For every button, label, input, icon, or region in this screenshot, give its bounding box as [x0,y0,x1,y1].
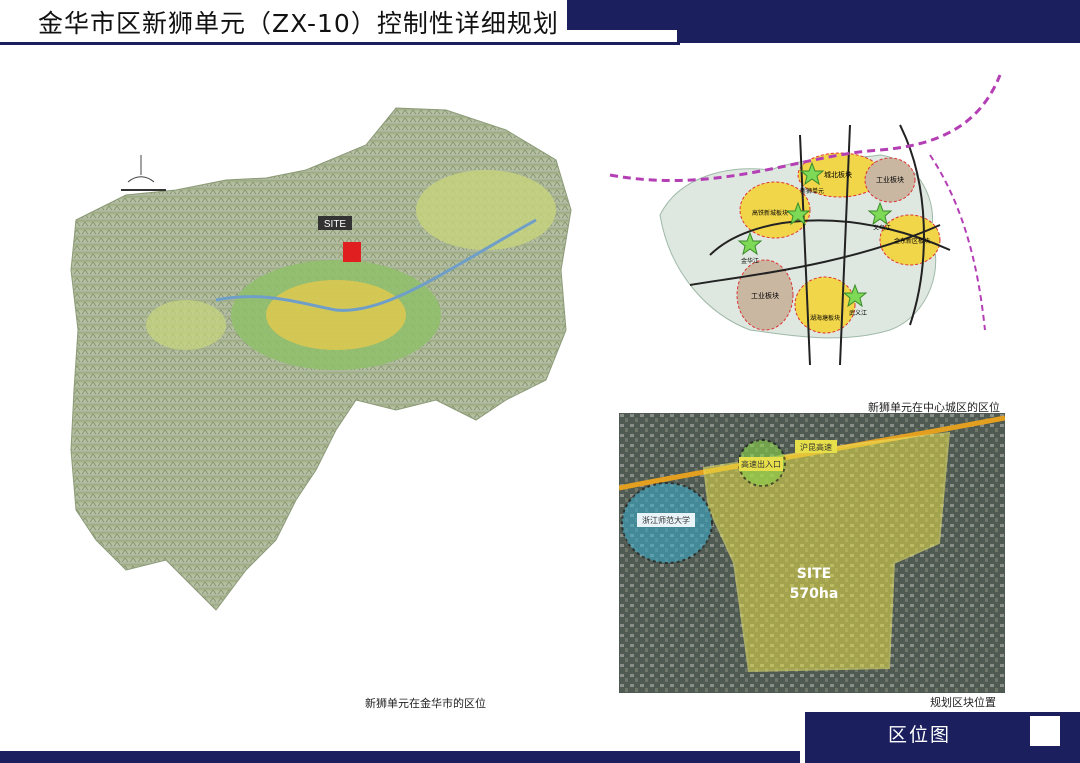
label-east: 金东新区板块 [894,237,930,245]
satellite-site-map[interactable]: 沪昆高速 高速出入口 浙江师范大学 SITE 570ha [619,413,1005,693]
section-badge-label: 区位图 [888,724,952,746]
zone-south [794,276,856,334]
university-label: 浙江师范大学 [642,515,690,525]
north-arrow-icon [121,155,166,191]
label-new-city: 城北板块 [824,170,852,179]
urban-core [266,280,406,350]
header-accent-bar [567,0,1080,30]
highway-label: 沪昆高速 [800,442,832,452]
label-industrial-sw: 工业板块 [751,291,779,300]
header-accent-bar-lower [677,30,1080,43]
label-xinshi: 新狮单元 [800,187,824,195]
urban-area-east [416,170,556,250]
urban-area-west [146,300,226,350]
exit-label: 高速出入口 [741,459,781,469]
site-label: SITE [797,566,831,582]
label-south: 湖海塘板块 [810,314,840,322]
badge-square-icon [1030,716,1060,746]
footer-bar [0,751,800,763]
header-rule [0,42,680,45]
left-map-caption: 新狮单元在金华市的区位 [365,697,486,710]
label-west: 高铁新城板块 [752,209,788,217]
site-marker [343,242,361,262]
label-yiwu-river: 义乌江 [873,224,891,232]
page-title: 金华市区新狮单元（ZX-10）控制性详细规划 [38,9,559,38]
label-wuyi-river: 武义江 [849,309,867,317]
jinhua-region-map[interactable]: SITE [66,100,586,620]
site-label: SITE [324,219,347,230]
central-city-diagram[interactable]: 城北板块 工业板块 高铁新城板块 金东新区板块 工业板块 湖海塘板块 新狮单元 … [600,65,1075,395]
area-label: 570ha [790,586,839,602]
sat-map-caption: 规划区块位置 [930,696,996,709]
label-jinhua-river: 金华江 [741,257,759,265]
label-industrial-ne: 工业板块 [876,175,904,184]
